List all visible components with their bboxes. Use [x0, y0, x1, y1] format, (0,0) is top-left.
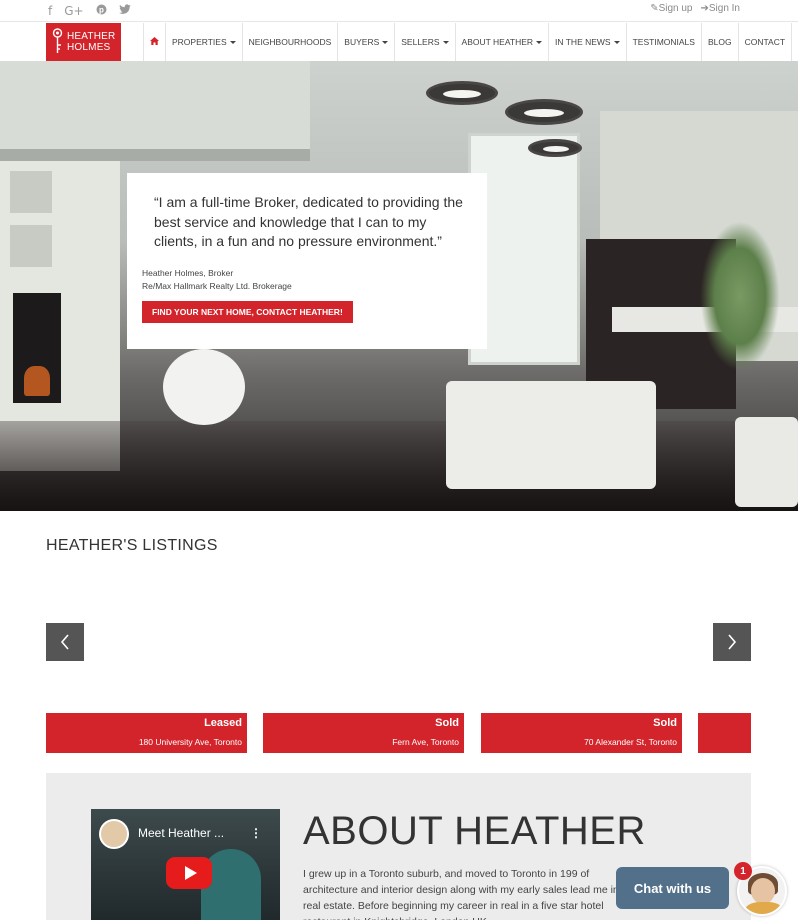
hero-image-decor	[700, 221, 780, 371]
chat-avatar-image	[751, 878, 775, 904]
google-plus-icon[interactable]: G+	[64, 4, 83, 18]
carousel-prev-button[interactable]	[46, 623, 84, 661]
chevron-left-icon	[60, 634, 69, 650]
listing-address: Fern Ave, Toronto	[392, 737, 459, 747]
nav-properties[interactable]: PROPERTIES	[165, 23, 242, 61]
about-text: I grew up in a Toronto suburb, and moved…	[303, 868, 628, 920]
hero-image-decor	[0, 61, 310, 149]
quote-author: Heather Holmes, Broker Re/Max Hallmark R…	[142, 267, 292, 291]
logo[interactable]: HEATHER HOLMES	[46, 23, 121, 61]
nav-blog[interactable]: BLOG	[700, 23, 738, 61]
twitter-icon[interactable]	[118, 4, 131, 18]
hero-image-decor	[528, 139, 582, 157]
listing-status: Leased	[204, 717, 242, 729]
youtube-video[interactable]: Meet Heather ... ⋮	[91, 809, 280, 920]
nav-home[interactable]	[143, 23, 165, 61]
listing-card[interactable]	[698, 713, 751, 753]
facebook-icon[interactable]: f	[48, 4, 52, 18]
about-title: ABOUT HEATHER	[303, 809, 646, 853]
nav-neighbourhoods[interactable]: NEIGHBOURHOODS	[241, 23, 338, 61]
listing-address: 180 University Ave, Toronto	[138, 737, 242, 747]
nav-sellers[interactable]: SELLERS	[394, 23, 454, 61]
youtube-play-icon[interactable]	[166, 857, 212, 889]
chat-avatar-image	[745, 902, 783, 914]
auth-links: ✎Sign up ➔Sign In	[650, 3, 740, 14]
hero-image-decor	[426, 81, 498, 105]
listing-status: Sold	[435, 717, 459, 729]
contact-heather-button[interactable]: FIND YOUR NEXT HOME, CONTACT HEATHER!	[142, 300, 353, 323]
hero-image-decor	[735, 417, 798, 507]
caret-down-icon	[536, 40, 543, 44]
video-title[interactable]: Meet Heather ...	[138, 826, 224, 840]
listing-status: Sold	[653, 717, 677, 729]
caret-down-icon	[442, 40, 449, 44]
hero-image-decor	[10, 225, 52, 267]
listing-card[interactable]: Sold 70 Alexander St, Toronto	[481, 713, 682, 753]
hero-image-decor	[24, 366, 50, 396]
nav-in-the-news[interactable]: IN THE NEWS	[548, 23, 626, 61]
hero-image-decor	[10, 171, 52, 213]
caret-down-icon	[613, 40, 620, 44]
channel-avatar	[99, 819, 129, 849]
carousel-next-button[interactable]	[713, 623, 751, 661]
social-links: f G+ p	[48, 4, 131, 18]
home-icon	[150, 37, 159, 47]
quote-card: “I am a full-time Broker, dedicated to p…	[127, 173, 487, 349]
key-emblem-icon	[52, 28, 63, 53]
caret-down-icon	[382, 40, 389, 44]
logo-text: HEATHER HOLMES	[67, 31, 116, 53]
signin-link[interactable]: ➔Sign In	[700, 3, 740, 14]
top-bar: f G+ p ✎Sign up ➔Sign In	[0, 0, 798, 22]
listings-title: HEATHER'S LISTINGS	[46, 537, 218, 554]
hero-image-decor	[0, 149, 310, 161]
listing-card[interactable]: Sold Fern Ave, Toronto	[263, 713, 464, 753]
svg-text:p: p	[99, 5, 104, 14]
chevron-right-icon	[728, 634, 737, 650]
hero-image-decor	[163, 349, 245, 425]
nav-menu: PROPERTIES NEIGHBOURHOODS BUYERS SELLERS…	[143, 23, 793, 61]
nav-testimonials[interactable]: TESTIMONIALS	[625, 23, 701, 61]
caret-down-icon	[229, 40, 236, 44]
pinterest-icon[interactable]: p	[96, 4, 107, 18]
signup-link[interactable]: ✎Sign up	[650, 3, 692, 14]
nav-about-heather[interactable]: ABOUT HEATHER	[454, 23, 548, 61]
video-menu-icon[interactable]: ⋮	[250, 826, 262, 840]
listing-address: 70 Alexander St, Toronto	[584, 737, 677, 747]
hero-image-decor	[446, 381, 656, 489]
nav-buyers[interactable]: BUYERS	[337, 23, 394, 61]
hero-banner: “I am a full-time Broker, dedicated to p…	[0, 61, 798, 511]
chat-notification-badge: 1	[734, 862, 752, 880]
quote-text: “I am a full-time Broker, dedicated to p…	[154, 194, 463, 249]
hero-image-decor	[505, 99, 583, 125]
main-navbar: HEATHER HOLMES PROPERTIES NEIGHBOURHOODS…	[0, 22, 798, 61]
nav-contact[interactable]: CONTACT	[737, 23, 793, 61]
hero-image-decor	[0, 421, 798, 511]
listing-card[interactable]: Leased 180 University Ave, Toronto	[46, 713, 247, 753]
chat-button[interactable]: Chat with us	[616, 867, 729, 909]
